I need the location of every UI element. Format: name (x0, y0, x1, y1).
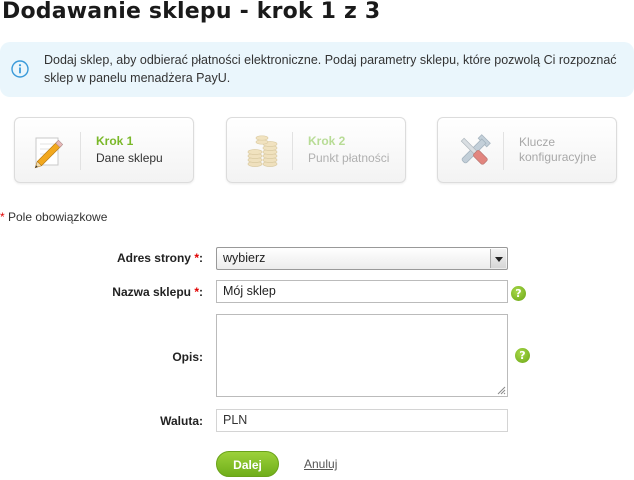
resize-grip-icon[interactable] (497, 386, 506, 395)
step-1-title: Krok 1 (96, 134, 134, 148)
shop-name-input[interactable]: Mój sklep (216, 280, 508, 303)
address-label-colon: : (199, 251, 203, 265)
step-separator (503, 132, 504, 170)
step-separator (80, 132, 81, 170)
address-required-star: * (190, 251, 199, 265)
chevron-down-icon[interactable] (490, 249, 506, 268)
step-1: Krok 1 Dane sklepu (14, 117, 194, 183)
info-icon (11, 60, 29, 78)
info-text: Dodaj sklep, aby odbierać płatności elek… (44, 53, 617, 85)
shop-name-required-star: * (190, 285, 199, 299)
coins-icon (247, 135, 278, 167)
info-box: Dodaj sklep, aby odbierać płatności elek… (0, 42, 634, 97)
description-label: Opis: (172, 350, 203, 364)
step-3: Klucze konfiguracyjne (437, 117, 617, 183)
address-select[interactable]: wybierz (216, 247, 508, 270)
page-title: Dodawanie sklepu - krok 1 z 3 (2, 0, 381, 24)
currency-field[interactable]: PLN (216, 409, 508, 432)
step-1-subtitle: Dane sklepu (96, 151, 163, 165)
address-select-value: wybierz (223, 251, 266, 265)
address-label-text: Adres strony (116, 251, 191, 265)
currency-label: Waluta: (160, 414, 203, 428)
required-note-text: Pole obowiązkowe (4, 210, 108, 224)
pencil-icon (34, 137, 64, 169)
description-textarea[interactable] (216, 314, 508, 397)
shop-name-label-text: Nazwa sklepu (112, 285, 191, 299)
description-help-icon[interactable]: ? (515, 348, 530, 363)
tools-icon (460, 134, 491, 165)
step-2-subtitle: Punkt płatności (308, 151, 390, 165)
address-label: Adres strony *: (0, 251, 203, 265)
next-button[interactable]: Dalej (216, 451, 279, 477)
step-2-title: Krok 2 (308, 134, 346, 148)
required-fields-note: * Pole obowiązkowe (0, 210, 107, 224)
shop-name-label-colon: : (199, 285, 203, 299)
step-separator (292, 132, 293, 170)
step-3-title: Klucze konfiguracyjne (519, 135, 597, 164)
shop-name-help-icon[interactable]: ? (511, 286, 526, 301)
shop-name-label: Nazwa sklepu *: (0, 285, 203, 299)
step-2: Krok 2 Punkt płatności (226, 117, 406, 183)
cancel-link[interactable]: Anuluj (304, 457, 337, 471)
